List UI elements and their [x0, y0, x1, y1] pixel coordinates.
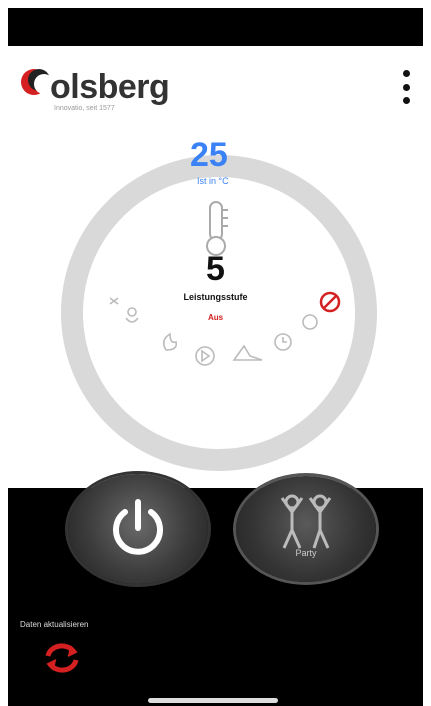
power-button[interactable] [68, 474, 208, 584]
frame-edge [0, 0, 8, 706]
refresh-caption: Daten aktualisieren [20, 620, 89, 629]
home-indicator [148, 698, 278, 703]
party-people-icon [280, 494, 332, 549]
current-temperature: 25 [190, 136, 228, 174]
flame-icon [162, 332, 178, 351]
brand-name: olsberg [50, 68, 170, 106]
refresh-button[interactable] [38, 638, 86, 678]
refresh-icon [45, 643, 79, 673]
temperature-unit-label: Ist in °C [197, 176, 229, 186]
power-level-label: Leistungsstufe [183, 292, 248, 302]
status-bar [8, 8, 423, 46]
power-status: Aus [207, 313, 224, 322]
thermometer-icon [206, 201, 228, 256]
play-icon [195, 346, 215, 366]
clock-icon [274, 333, 292, 351]
brand-logo: olsberg Innovatio, seit 1577 [18, 62, 238, 118]
party-button[interactable]: Party [236, 476, 376, 582]
shoe-icon [232, 344, 263, 361]
app-header: olsberg Innovatio, seit 1577 [18, 62, 418, 122]
party-label: Party [295, 548, 317, 558]
mode-icons [109, 297, 318, 366]
brand-tagline: Innovatio, seit 1577 [54, 105, 115, 112]
power-icon [113, 499, 163, 555]
menu-dots-icon[interactable] [394, 70, 418, 104]
power-level-value: 5 [206, 250, 225, 288]
